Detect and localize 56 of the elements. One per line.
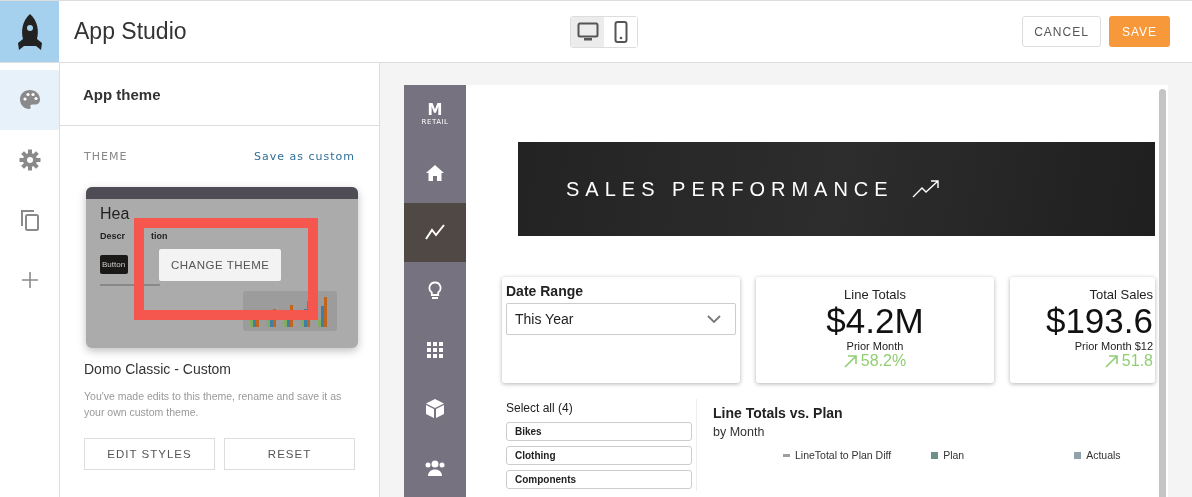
theme-preview-card[interactable]: Hea Descr tion Button CHANGE THEME — [86, 187, 358, 348]
save-as-custom-link[interactable]: Save as custom — [254, 150, 355, 163]
cancel-button[interactable]: CANCEL — [1022, 16, 1101, 47]
home-icon — [426, 165, 444, 182]
line-chart-icon — [425, 224, 445, 241]
kpi-caption: Prior Month $12 — [1074, 340, 1153, 352]
scrollbar[interactable] — [1159, 89, 1166, 497]
preview-description: tion — [151, 231, 168, 241]
phone-icon — [613, 21, 628, 43]
monitor-icon — [576, 22, 599, 42]
preview-description: Descr — [100, 231, 126, 241]
legend-label: Actuals — [1086, 449, 1121, 461]
kpi-value: $4.2M — [826, 302, 924, 340]
trend-arrow-icon — [911, 180, 940, 198]
cube-icon — [426, 399, 444, 419]
plus-icon — [20, 271, 39, 289]
preview-button: Button — [100, 255, 128, 274]
light-bulb-icon — [428, 281, 442, 301]
theme-name: Domo Classic - Custom — [84, 361, 233, 377]
kpi-title: Line Totals — [844, 287, 906, 302]
palette-icon — [18, 89, 41, 111]
people-icon — [424, 459, 446, 476]
brand-logo: M — [427, 102, 443, 119]
kpi-caption: Prior Month — [846, 340, 904, 352]
copy-icon — [18, 208, 41, 232]
app-title: App Studio — [74, 18, 187, 45]
date-range-label: Date Range — [506, 283, 585, 299]
rail-palette-button[interactable] — [0, 70, 59, 130]
desktop-view-button[interactable] — [571, 17, 604, 47]
legend-label: LineTotal to Plan Diff — [795, 449, 892, 461]
kpi-title: Total Sales — [1089, 287, 1153, 302]
edit-styles-button[interactable]: EDIT STYLES — [84, 438, 215, 470]
date-range-dropdown[interactable]: This Year — [506, 303, 736, 335]
up-arrow-icon — [1104, 354, 1118, 368]
filter-option[interactable]: Bikes — [506, 422, 692, 441]
kpi-change-value: 58.2% — [860, 352, 907, 370]
rocket-logo[interactable] — [0, 1, 59, 62]
section-label: THEME — [84, 150, 128, 163]
theme-note: You've made edits to this theme, rename and save it as your own custom theme. — [84, 389, 343, 420]
grid-icon — [427, 341, 443, 358]
up-arrow-icon — [843, 354, 857, 368]
filter-option[interactable]: Components — [506, 470, 692, 489]
filter-option[interactable]: Clothing — [506, 446, 692, 465]
select-all-option[interactable]: Select all (4) — [506, 401, 692, 415]
gear-icon — [18, 149, 41, 171]
chevron-down-icon — [707, 314, 721, 324]
reset-button[interactable]: RESET — [224, 438, 355, 470]
banner-title: SALES PERFORMANCE — [566, 177, 894, 201]
panel-title: App theme — [83, 85, 161, 103]
change-theme-button[interactable]: CHANGE THEME — [159, 249, 282, 281]
kpi-change-value: 51.8 — [1121, 352, 1153, 370]
chart-title: Line Totals vs. Plan — [713, 405, 844, 421]
chart-subtitle: by Month — [713, 425, 766, 439]
preview-heading: Hea — [100, 205, 130, 223]
legend-label: Plan — [943, 449, 965, 461]
kpi-value: $193.6 — [1045, 302, 1153, 340]
